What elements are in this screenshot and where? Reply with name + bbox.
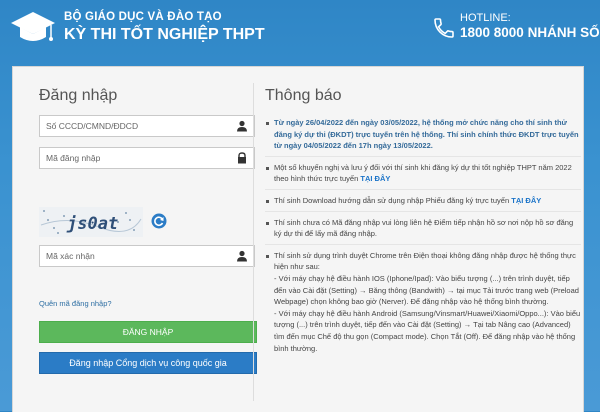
notice-heading: Thông báo	[265, 87, 342, 104]
captcha-text: js0at	[66, 214, 118, 234]
here-link[interactable]: TẠI ĐÂY	[360, 174, 390, 183]
hotline-number: 1800 8000 NHÁNH SỐ 2	[460, 25, 600, 40]
org-name: BỘ GIÁO DỤC VÀ ĐÀO TẠO	[64, 11, 222, 23]
login-heading: Đăng nhập	[39, 87, 118, 104]
hotline-label: HOTLINE:	[460, 12, 511, 24]
phone-icon	[434, 18, 454, 38]
notice-list: Từ ngày 26/04/2022 đến ngày 03/05/2022, …	[265, 117, 581, 363]
here-link[interactable]: TẠI ĐÂY	[511, 196, 541, 205]
notice-item: Thí sinh chưa có Mã đăng nhập vui lòng l…	[265, 217, 581, 245]
login-button[interactable]: ĐĂNG NHẬP	[39, 321, 257, 343]
lock-icon	[238, 152, 246, 164]
main-panel: Đăng nhập js0at	[12, 66, 584, 412]
exam-title: KỲ THI TỐT NGHIỆP THPT	[64, 26, 265, 43]
divider	[253, 83, 254, 401]
national-portal-login-button[interactable]: Đăng nhập Cổng dịch vụ công quốc gia	[39, 352, 257, 374]
notice-item: Một số khuyến nghị và lưu ý đối với thí …	[265, 162, 581, 190]
refresh-captcha-icon[interactable]	[151, 213, 167, 229]
notice-item: Thí sinh Download hướng dẫn sử dụng nhập…	[265, 195, 581, 212]
notice-item: Thí sinh sử dụng trình duyệt Chrome trên…	[265, 250, 581, 358]
forgot-code-link[interactable]: Quên mã đăng nhập?	[39, 299, 112, 308]
graduation-cap-icon	[11, 12, 55, 41]
captcha-input[interactable]	[40, 246, 226, 266]
user-icon	[237, 120, 247, 132]
id-input[interactable]	[40, 116, 226, 136]
header: BỘ GIÁO DỤC VÀ ĐÀO TẠO KỲ THI TỐT NGHIỆP…	[0, 0, 600, 60]
id-field[interactable]	[39, 115, 255, 137]
user-icon	[237, 250, 247, 262]
captcha-image: js0at	[39, 207, 143, 237]
notice-item: Từ ngày 26/04/2022 đến ngày 03/05/2022, …	[265, 117, 581, 157]
captcha-field[interactable]	[39, 245, 255, 267]
password-input[interactable]	[40, 148, 226, 168]
password-field[interactable]	[39, 147, 255, 169]
